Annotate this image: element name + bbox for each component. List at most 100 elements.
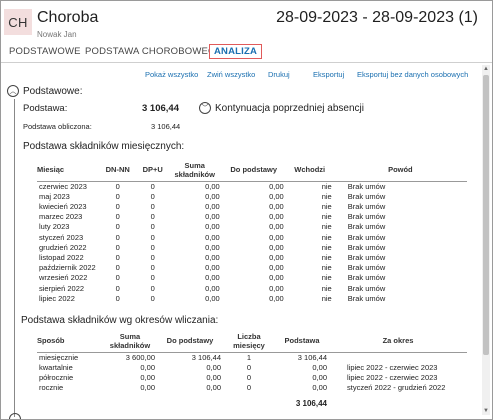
continuation-label: Kontynuacja poprzedniej absencji: [215, 102, 364, 114]
included-cell: nie: [321, 252, 332, 262]
table-row: luty 2023 0 0 0,00 0,00 nie Brak umów: [37, 222, 467, 232]
sum-cell: 0,00: [140, 372, 155, 382]
base-cell: 0,00: [206, 372, 221, 382]
included-cell: nie: [321, 293, 332, 303]
month-cell: kwiecień 2023: [39, 201, 87, 211]
table-row: grudzień 2022 0 0 0,00 0,00 nie Brak umów: [37, 243, 467, 253]
dp-cell: 0: [150, 191, 155, 201]
dp-cell: 0: [150, 283, 155, 293]
sum-cell: 0,00: [205, 273, 220, 283]
tab-bar: PODSTAWOWE PODSTAWA CHOROBOWEGO ANALIZA: [1, 43, 492, 63]
base-cell: 0,00: [269, 252, 284, 262]
dp-cell: 0: [150, 242, 155, 252]
included-cell: nie: [321, 263, 332, 273]
method-cell: rocznie: [39, 383, 64, 393]
dn-cell: 0: [115, 252, 120, 262]
base-value: 3 106,44: [142, 103, 179, 114]
reason-cell: Brak umów: [347, 293, 386, 303]
dp-cell: 0: [150, 252, 155, 262]
basic-section-header[interactable]: ︿ Podstawowe:: [7, 85, 82, 97]
sum-cell: 0,00: [205, 181, 220, 191]
dn-cell: 0: [115, 212, 120, 222]
sum-cell: 0,00: [205, 191, 220, 201]
month-cell: lipiec 2022: [39, 293, 75, 303]
dp-cell: 0: [150, 293, 155, 303]
employee-name: Nowak Jan: [37, 30, 77, 39]
scroll-down-icon[interactable]: ▼: [482, 407, 490, 415]
avatar: CH: [4, 9, 32, 35]
reason-cell: Brak umów: [347, 212, 386, 222]
tab-podstawowe[interactable]: PODSTAWOWE: [9, 46, 81, 57]
base-cell: 0,00: [269, 212, 284, 222]
table-row: listopad 2022 0 0 0,00 0,00 nie Brak umów: [37, 253, 467, 263]
dn-cell: 0: [115, 232, 120, 242]
next-section-expand-icon[interactable]: ︿: [9, 413, 21, 419]
scrollbar-thumb[interactable]: [483, 75, 489, 355]
base-cell: 0,00: [206, 362, 221, 372]
month-cell: wrzesień 2022: [39, 273, 88, 283]
included-cell: nie: [321, 273, 332, 283]
dn-cell: 0: [115, 181, 120, 191]
col-basis: Podstawa: [275, 330, 329, 353]
continuation-toggle[interactable]: ﹀ Kontynuacja poprzedniej absencji: [199, 102, 364, 114]
sum-cell: 0,00: [205, 232, 220, 242]
table-row: kwartalnie 0,00 0,00 0 0,00 lipiec 2022 - cze…: [37, 363, 467, 373]
reason-cell: Brak umów: [347, 283, 386, 293]
period-cell: [329, 352, 467, 363]
tab-podstawa-chorobowego[interactable]: PODSTAWA CHOROBOWEGO: [85, 46, 223, 57]
col-reason: Powód: [333, 159, 467, 182]
collapse-all-link[interactable]: Zwiń wszystko: [207, 70, 255, 79]
table-row: czerwiec 2023 0 0 0,00 0,00 nie Brak umów: [37, 181, 467, 192]
table-row: wrzesień 2022 0 0 0,00 0,00 nie Brak umów: [37, 273, 467, 283]
collapse-chevron-icon[interactable]: ︿: [7, 85, 19, 97]
table-row: rocznie 0,00 0,00 0 0,00 styczeń 2022 - grudz…: [37, 383, 467, 393]
periods-title: Podstawa składników wg okresów wliczania…: [21, 315, 219, 326]
sum-cell: 0,00: [205, 293, 220, 303]
sum-cell: 0,00: [205, 201, 220, 211]
export-link[interactable]: Eksportuj: [313, 70, 344, 79]
sum-cell: 0,00: [205, 283, 220, 293]
included-cell: nie: [321, 212, 332, 222]
dn-cell: 0: [115, 273, 120, 283]
table-row: marzec 2023 0 0 0,00 0,00 nie Brak umów: [37, 212, 467, 222]
table-row: półrocznie 0,00 0,00 0 0,00 lipiec 2022 - cze…: [37, 373, 467, 383]
vertical-scrollbar[interactable]: ▲ ▼: [482, 65, 490, 415]
print-link[interactable]: Drukuj: [268, 70, 290, 79]
sum-cell: 0,00: [140, 362, 155, 372]
table-row: miesięcznie 3 600,00 3 106,44 1 3 106,44: [37, 352, 467, 363]
dn-cell: 0: [115, 222, 120, 232]
month-cell: listopad 2022: [39, 252, 84, 262]
table-row: styczeń 2023 0 0 0,00 0,00 nie Brak umów: [37, 233, 467, 243]
table-row: sierpień 2022 0 0 0,00 0,00 nie Brak umów: [37, 284, 467, 294]
show-all-link[interactable]: Pokaż wszystko: [145, 70, 198, 79]
col-method: Sposób: [37, 330, 103, 353]
month-cell: sierpień 2022: [39, 283, 85, 293]
export-anonymous-link[interactable]: Eksportuj bez danych osobowych: [357, 70, 468, 79]
base-cell: 0,00: [269, 201, 284, 211]
sum-cell: 3 600,00: [125, 352, 155, 362]
table-row: lipiec 2022 0 0 0,00 0,00 nie Brak umów: [37, 294, 467, 304]
dn-cell: 0: [115, 242, 120, 252]
reason-cell: Brak umów: [347, 273, 386, 283]
base-cell: 0,00: [269, 263, 284, 273]
dp-cell: 0: [150, 232, 155, 242]
basis-cell: 0,00: [312, 372, 327, 382]
sum-cell: 0,00: [205, 212, 220, 222]
table-row: maj 2023 0 0 0,00 0,00 nie Brak umów: [37, 192, 467, 202]
col-period-sum: Suma składników: [103, 330, 157, 353]
reason-cell: Brak umów: [347, 201, 386, 211]
date-range: 28-09-2023 - 28-09-2023 (1): [276, 9, 478, 26]
expand-chevron-icon[interactable]: ﹀: [199, 102, 211, 114]
sum-cell: 0,00: [205, 242, 220, 252]
reason-cell: Brak umów: [347, 222, 386, 232]
included-cell: nie: [321, 242, 332, 252]
scroll-up-icon[interactable]: ▲: [482, 65, 490, 73]
month-cell: październik 2022: [39, 263, 96, 273]
tab-analiza[interactable]: ANALIZA: [209, 44, 263, 59]
sum-cell: 0,00: [205, 252, 220, 262]
dn-cell: 0: [115, 263, 120, 273]
total-row: 3 106,44: [37, 393, 467, 409]
method-cell: kwartalnie: [39, 362, 73, 372]
count-cell: 0: [246, 383, 252, 393]
col-base: Do podstawy: [221, 159, 286, 182]
